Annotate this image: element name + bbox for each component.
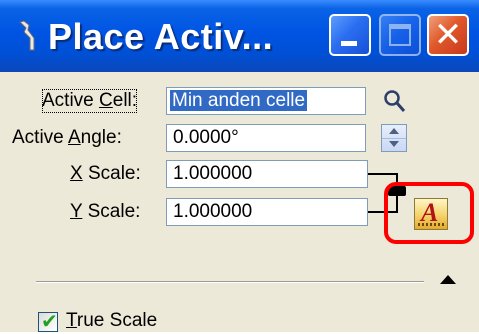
y-scale-label: Y Scale: bbox=[70, 201, 141, 222]
checkmark-icon: ✔ bbox=[41, 311, 58, 333]
text-style-button[interactable]: A bbox=[414, 198, 448, 230]
chevron-down-icon bbox=[389, 141, 399, 147]
maximize-icon bbox=[389, 24, 411, 46]
close-icon: ✕ bbox=[433, 16, 463, 54]
active-cell-value: Min anden celle bbox=[170, 90, 308, 111]
ruler-icon bbox=[418, 223, 444, 226]
minimize-icon bbox=[341, 41, 357, 46]
active-angle-label: Active Angle: bbox=[12, 127, 122, 148]
active-cell-input[interactable]: Min anden celle bbox=[166, 87, 366, 115]
separator-highlight bbox=[36, 282, 424, 283]
lock-bracket-top bbox=[368, 173, 398, 175]
angle-spinner[interactable] bbox=[381, 124, 407, 152]
y-scale-input[interactable]: 1.000000 bbox=[166, 198, 368, 226]
true-scale-label[interactable]: True Scale bbox=[66, 310, 157, 332]
close-button[interactable]: ✕ bbox=[427, 14, 469, 56]
minimize-button[interactable] bbox=[329, 14, 371, 56]
active-cell-label: Active Cell: bbox=[42, 89, 138, 113]
place-active-cell-window: Place Activ... ✕ Active Cell: Min anden … bbox=[0, 0, 479, 333]
spinner-up-button[interactable] bbox=[382, 125, 406, 139]
chevron-up-icon bbox=[389, 128, 399, 134]
maximize-button[interactable] bbox=[379, 14, 421, 56]
spinner-down-button[interactable] bbox=[382, 138, 406, 151]
collapse-arrow-icon[interactable] bbox=[440, 275, 456, 284]
magnifier-icon[interactable] bbox=[382, 88, 408, 116]
wrench-icon bbox=[19, 20, 35, 51]
active-angle-input[interactable]: 0.0000° bbox=[166, 124, 366, 152]
true-scale-checkbox[interactable]: ✔ bbox=[38, 311, 58, 333]
x-scale-input[interactable]: 1.000000 bbox=[166, 160, 368, 188]
window-title: Place Activ... bbox=[48, 16, 274, 57]
title-bar[interactable]: Place Activ... ✕ bbox=[0, 0, 479, 72]
x-scale-label: X Scale: bbox=[70, 163, 141, 184]
